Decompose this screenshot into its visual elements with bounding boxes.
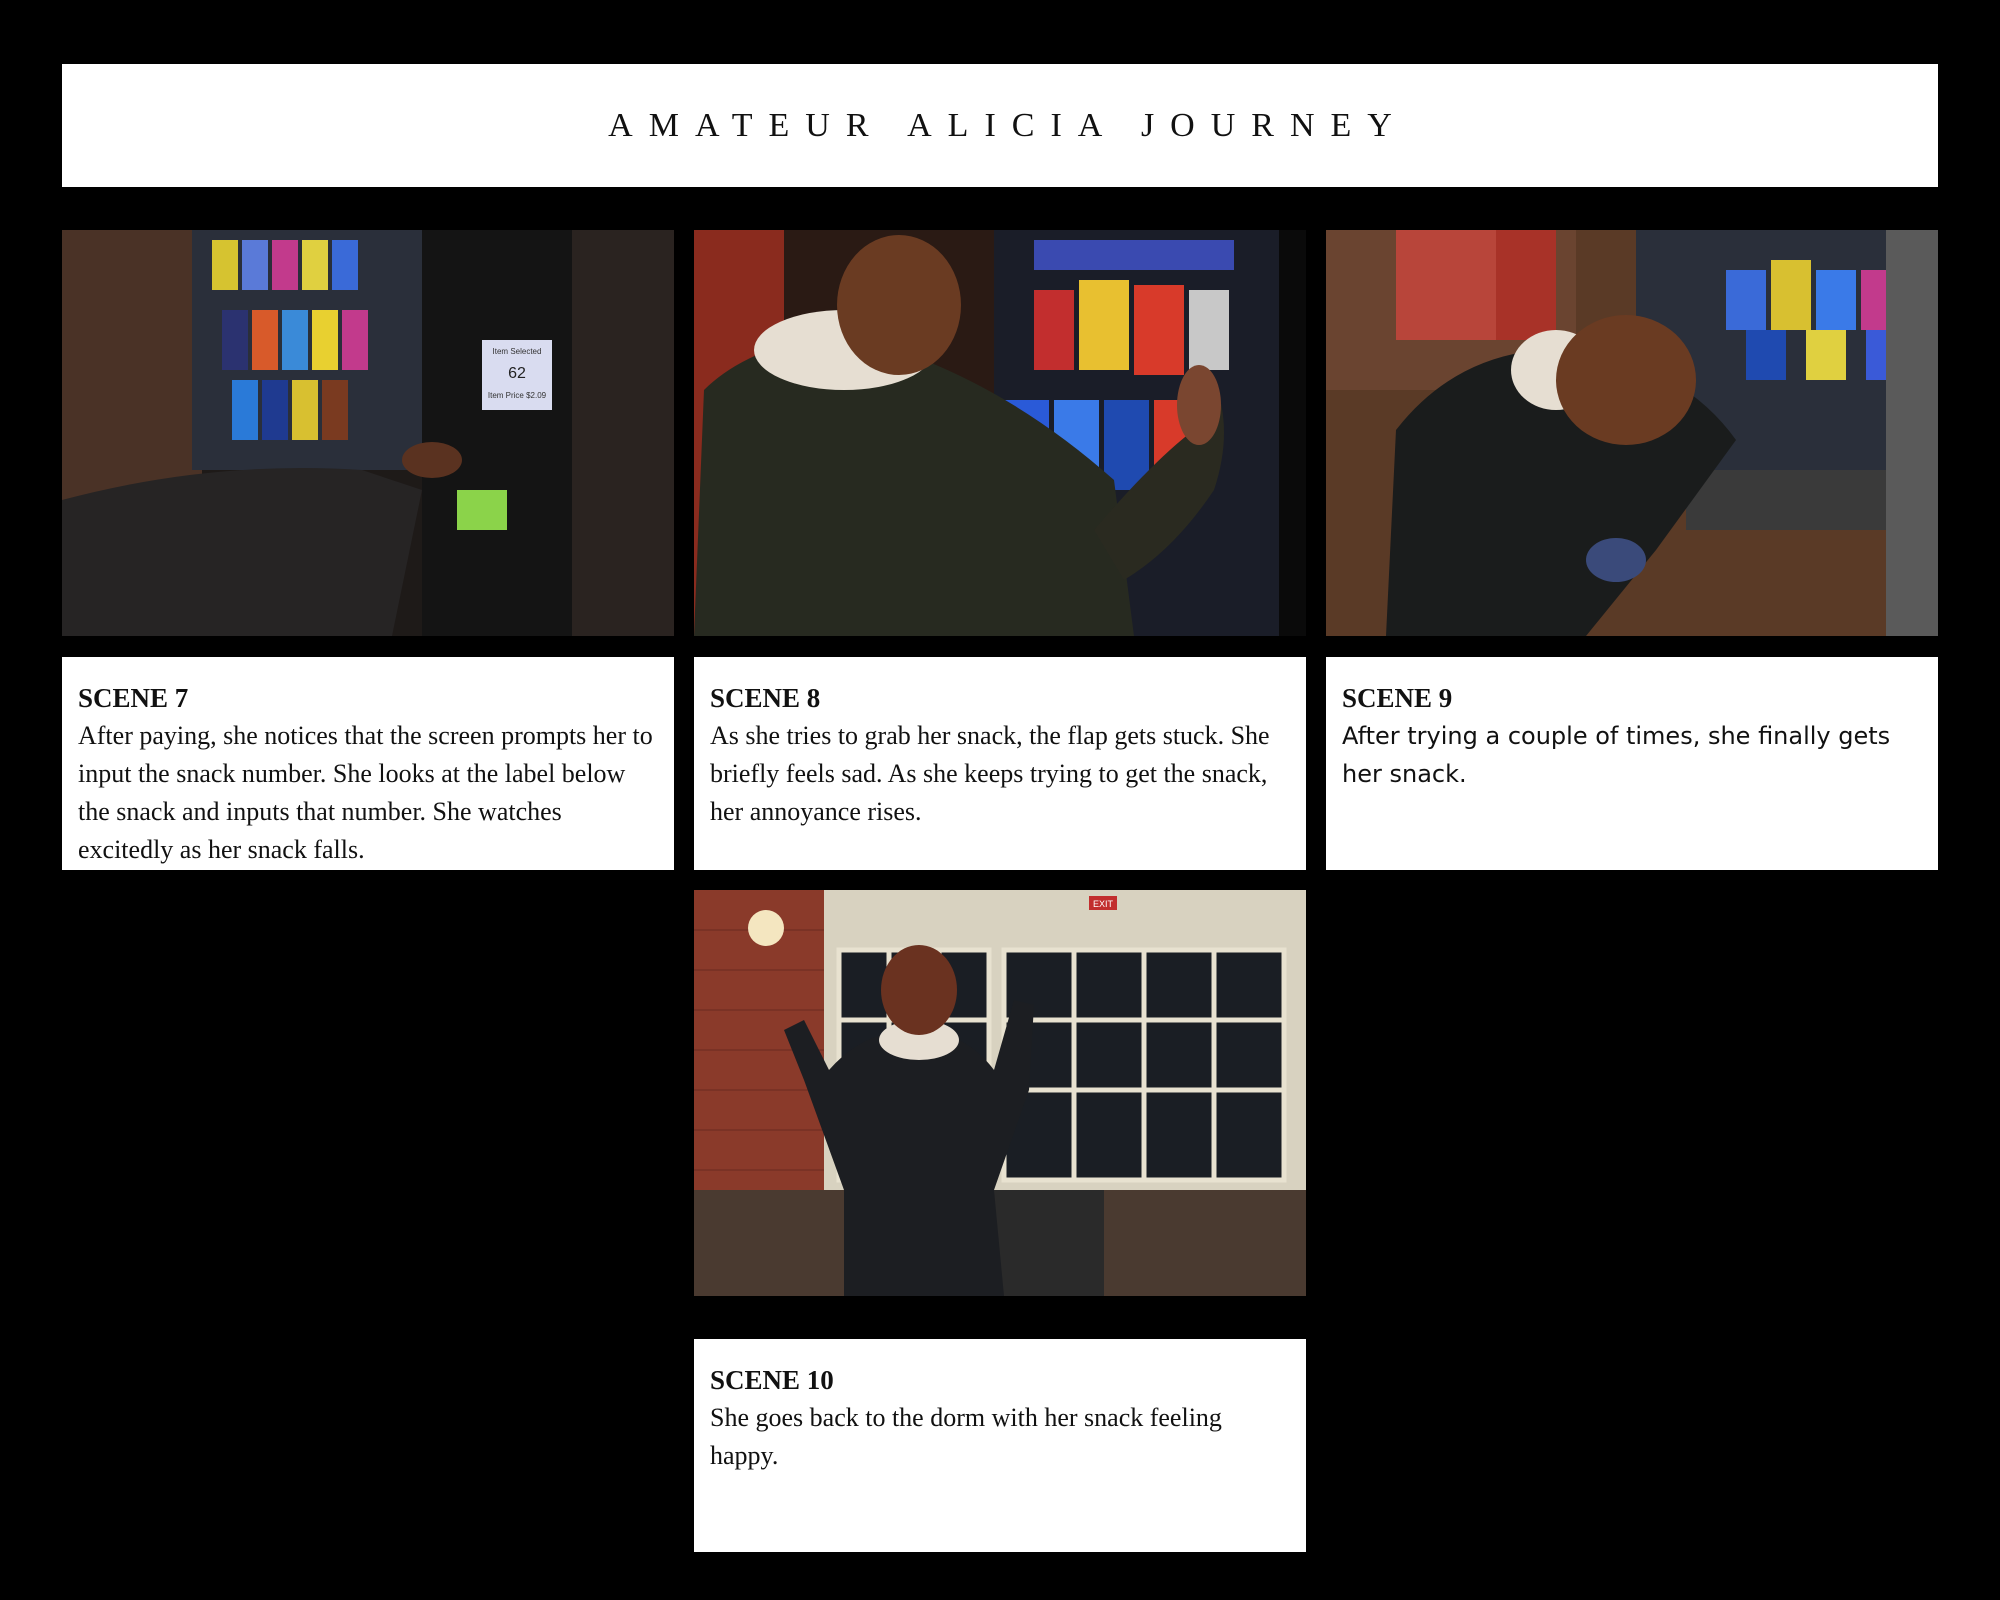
scene-8-photo <box>694 230 1306 636</box>
scene-9-text: After trying a couple of times, she fina… <box>1342 722 1891 788</box>
scene-7-heading: SCENE 7 <box>78 683 189 713</box>
scene-10-exit-sign: EXIT <box>1093 899 1114 909</box>
scene-10-card: SCENE 10 She goes back to the dorm with … <box>694 1339 1306 1552</box>
scene-7-screen-number-text: 62 <box>508 365 526 382</box>
scene-7-photo: Item Selected 62 Item Price $2.09 <box>62 230 674 636</box>
scene-9-card: SCENE 9 After trying a couple of times, … <box>1326 657 1938 870</box>
page-title: AMATEUR ALICIA JOURNEY <box>608 106 1408 144</box>
scene-9-photo <box>1326 230 1938 636</box>
scene-10-heading: SCENE 10 <box>710 1365 834 1395</box>
scene-7-screen-price-text: Item Price $2.09 <box>488 391 547 400</box>
title-banner: AMATEUR ALICIA JOURNEY <box>62 64 1938 187</box>
scene-10-photo: EXIT <box>694 890 1306 1296</box>
scene-8-text: As she tries to grab her snack, the flap… <box>710 721 1270 826</box>
scene-10-text: She goes back to the dorm with her snack… <box>710 1403 1222 1470</box>
scene-7-text: After paying, she notices that the scree… <box>78 721 653 864</box>
scene-7-screen-top-text: Item Selected <box>493 347 542 356</box>
scene-8-heading: SCENE 8 <box>710 683 821 713</box>
scene-8-card: SCENE 8 As she tries to grab her snack, … <box>694 657 1306 870</box>
scene-7-card: SCENE 7 After paying, she notices that t… <box>62 657 674 870</box>
scene-9-heading: SCENE 9 <box>1342 683 1453 713</box>
